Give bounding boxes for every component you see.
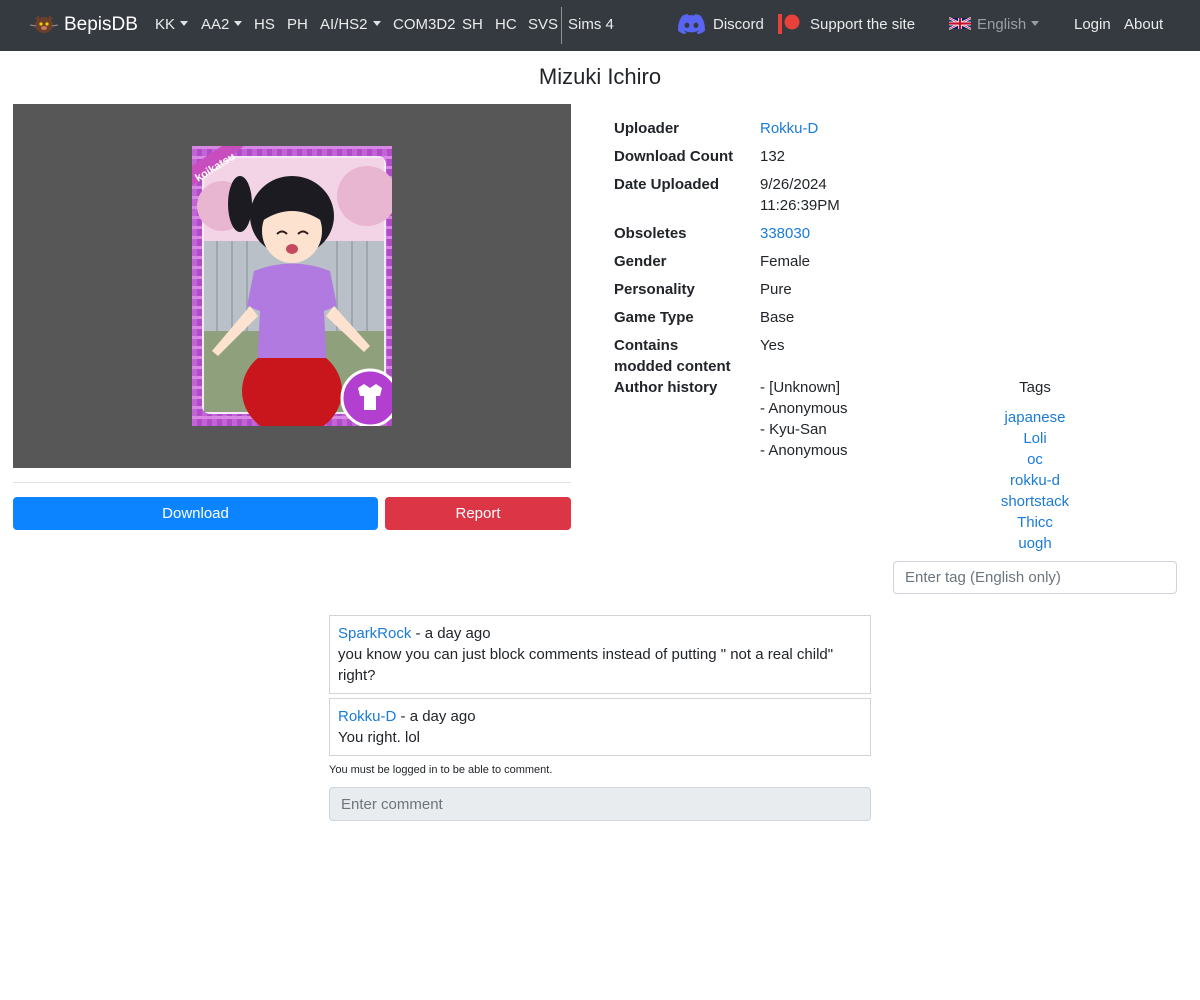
info-label-author-history: Author history [614, 379, 718, 396]
discord-link[interactable]: Discord [678, 0, 764, 51]
info-label-uploader: Uploader [614, 120, 680, 137]
caret-down-icon [372, 21, 381, 26]
game-type-value: Base [760, 309, 795, 326]
comment: Rokku-D - a day ago You right. lol [329, 698, 871, 756]
login-link[interactable]: Login [1074, 0, 1111, 51]
caret-down-icon [180, 21, 189, 26]
comment-text: you know you can just block comments ins… [338, 646, 834, 663]
nav-kk-label: KK [155, 16, 176, 33]
comment-author-link[interactable]: Rokku-D [338, 708, 396, 725]
comment-author-link[interactable]: SparkRock [338, 625, 411, 642]
divider [13, 482, 571, 483]
comment-input[interactable] [329, 787, 871, 821]
tag-link[interactable]: japanese [893, 407, 1177, 428]
info-label-date-uploaded: Date Uploaded [614, 176, 720, 193]
tag-link[interactable]: Thicc [893, 512, 1177, 533]
character-card-image[interactable]: koikatsu [192, 146, 392, 426]
nav-ai-hs2-label: AI/HS2 [320, 16, 368, 33]
download-button[interactable]: Download [13, 497, 378, 530]
nav-sh[interactable]: SH [462, 0, 483, 51]
tag-link[interactable]: rokku-d [893, 470, 1177, 491]
bepis-logo-icon [30, 15, 58, 33]
support-label: Support the site [810, 16, 916, 33]
download-count-value: 132 [760, 148, 786, 165]
brand-link[interactable]: BepisDB [30, 0, 138, 51]
support-link[interactable]: Support the site [778, 0, 915, 51]
comment: SparkRock - a day ago you know you can j… [329, 615, 871, 694]
info-label-game-type: Game Type [614, 309, 694, 326]
tag-link[interactable]: uogh [893, 533, 1177, 554]
nav-aa2-label: AA2 [201, 16, 230, 33]
tag-link[interactable]: Loli [893, 428, 1177, 449]
author-history-list: - [Unknown] - Anonymous - Kyu-San - Anon… [760, 377, 848, 461]
caret-down-icon [1031, 21, 1040, 26]
language-label: English [977, 16, 1027, 33]
uk-flag-icon [949, 17, 971, 30]
info-label-download-count: Download Count [614, 148, 734, 165]
login-required-note: You must be logged in to be able to comm… [329, 764, 553, 776]
nav-svs[interactable]: SVS [528, 0, 558, 51]
info-label-gender: Gender [614, 253, 667, 270]
brand-name: BepisDB [64, 14, 138, 35]
comment-text: You right. lol [338, 729, 421, 746]
discord-icon [678, 14, 705, 34]
date-uploaded-value: 9/26/2024 11:26:39PM [760, 174, 840, 216]
comment-header: Rokku-D - a day ago [338, 706, 862, 727]
caret-down-icon [234, 21, 243, 26]
report-button[interactable]: Report [385, 497, 571, 530]
nav-hs[interactable]: HS [254, 0, 275, 51]
comment-header: SparkRock - a day ago [338, 623, 862, 644]
card-image-panel: koikatsu [13, 104, 571, 468]
patreon-icon [778, 14, 800, 34]
tag-link[interactable]: oc [893, 449, 1177, 470]
author-history-item: - Anonymous [760, 442, 848, 459]
about-link[interactable]: About [1124, 0, 1163, 51]
nav-com3d2[interactable]: COM3D2 [393, 0, 456, 51]
comment-timestamp: - a day ago [411, 625, 491, 642]
nav-aa2[interactable]: AA2 [201, 0, 243, 51]
author-history-item: - [Unknown] [760, 379, 841, 396]
language-dropdown[interactable]: English [949, 0, 1040, 51]
nav-kk[interactable]: KK [155, 0, 189, 51]
info-label-personality: Personality [614, 281, 695, 298]
uploader-link[interactable]: Rokku-D [760, 118, 818, 139]
navbar: BepisDB KK AA2 HS PH AI/HS2 COM3D2 SH HC… [0, 0, 1200, 51]
modded-content-value: Yes [760, 337, 785, 354]
nav-separator [561, 7, 562, 44]
info-label-obsoletes: Obsoletes [614, 225, 687, 242]
modded-label-line2: modded content [614, 358, 731, 375]
comment-timestamp: - a day ago [396, 708, 476, 725]
discord-label: Discord [713, 16, 764, 33]
comment-text-continued: right? [338, 667, 376, 684]
personality-value: Pure [760, 281, 792, 298]
tag-link[interactable]: shortstack [893, 491, 1177, 512]
date-uploaded-date: 9/26/2024 [760, 176, 827, 193]
info-label-modded-content: Contains modded content [614, 335, 754, 377]
author-history-item: - Kyu-San [760, 421, 827, 438]
obsoletes-link[interactable]: 338030 [760, 223, 810, 244]
page-title: Mizuki Ichiro [538, 64, 662, 89]
tags-heading: Tags [1019, 379, 1051, 396]
modded-label-line1: Contains [614, 337, 679, 354]
gender-value: Female [760, 253, 811, 270]
nav-hc[interactable]: HC [495, 0, 517, 51]
tag-input[interactable] [893, 561, 1177, 594]
nav-ph[interactable]: PH [287, 0, 308, 51]
date-uploaded-time: 11:26:39PM [760, 197, 840, 214]
author-history-item: - Anonymous [760, 400, 848, 417]
nav-ai-hs2[interactable]: AI/HS2 [320, 0, 381, 51]
nav-sims4[interactable]: Sims 4 [568, 0, 614, 51]
